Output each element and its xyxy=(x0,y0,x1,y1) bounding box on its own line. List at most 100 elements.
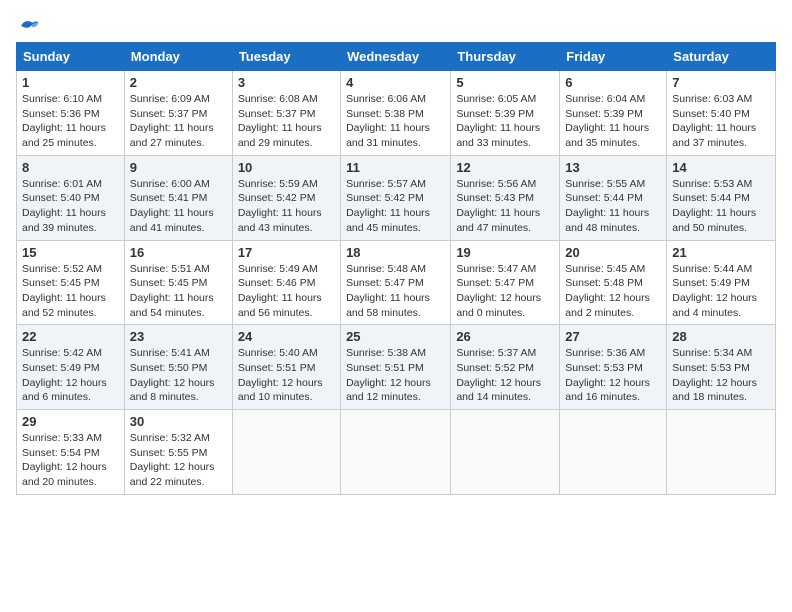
calendar-cell: 4 Sunrise: 6:06 AMSunset: 5:38 PMDayligh… xyxy=(341,71,451,156)
day-number: 13 xyxy=(565,160,661,175)
day-detail: Sunrise: 6:04 AMSunset: 5:39 PMDaylight:… xyxy=(565,93,649,149)
page-header xyxy=(16,16,776,34)
calendar-table: SundayMondayTuesdayWednesdayThursdayFrid… xyxy=(16,42,776,495)
day-detail: Sunrise: 5:53 AMSunset: 5:44 PMDaylight:… xyxy=(672,178,756,234)
day-detail: Sunrise: 6:01 AMSunset: 5:40 PMDaylight:… xyxy=(22,178,106,234)
day-number: 9 xyxy=(130,160,227,175)
day-number: 5 xyxy=(456,75,554,90)
day-number: 29 xyxy=(22,414,119,429)
calendar-cell: 14 Sunrise: 5:53 AMSunset: 5:44 PMDaylig… xyxy=(667,155,776,240)
day-detail: Sunrise: 5:32 AMSunset: 5:55 PMDaylight:… xyxy=(130,432,215,488)
day-detail: Sunrise: 6:06 AMSunset: 5:38 PMDaylight:… xyxy=(346,93,430,149)
day-number: 8 xyxy=(22,160,119,175)
day-detail: Sunrise: 5:38 AMSunset: 5:51 PMDaylight:… xyxy=(346,347,431,403)
day-number: 27 xyxy=(565,329,661,344)
calendar-cell: 2 Sunrise: 6:09 AMSunset: 5:37 PMDayligh… xyxy=(124,71,232,156)
day-number: 18 xyxy=(346,245,445,260)
calendar-cell xyxy=(232,410,340,495)
calendar-cell xyxy=(451,410,560,495)
calendar-cell: 15 Sunrise: 5:52 AMSunset: 5:45 PMDaylig… xyxy=(17,240,125,325)
calendar-cell: 19 Sunrise: 5:47 AMSunset: 5:47 PMDaylig… xyxy=(451,240,560,325)
day-number: 16 xyxy=(130,245,227,260)
day-number: 6 xyxy=(565,75,661,90)
day-number: 21 xyxy=(672,245,770,260)
calendar-cell: 25 Sunrise: 5:38 AMSunset: 5:51 PMDaylig… xyxy=(341,325,451,410)
day-detail: Sunrise: 6:03 AMSunset: 5:40 PMDaylight:… xyxy=(672,93,756,149)
day-detail: Sunrise: 5:49 AMSunset: 5:46 PMDaylight:… xyxy=(238,263,322,319)
day-detail: Sunrise: 5:56 AMSunset: 5:43 PMDaylight:… xyxy=(456,178,540,234)
day-detail: Sunrise: 5:44 AMSunset: 5:49 PMDaylight:… xyxy=(672,263,757,319)
day-number: 7 xyxy=(672,75,770,90)
day-number: 28 xyxy=(672,329,770,344)
day-detail: Sunrise: 5:51 AMSunset: 5:45 PMDaylight:… xyxy=(130,263,214,319)
day-number: 15 xyxy=(22,245,119,260)
day-number: 2 xyxy=(130,75,227,90)
calendar-cell: 1 Sunrise: 6:10 AMSunset: 5:36 PMDayligh… xyxy=(17,71,125,156)
day-detail: Sunrise: 5:55 AMSunset: 5:44 PMDaylight:… xyxy=(565,178,649,234)
day-detail: Sunrise: 5:59 AMSunset: 5:42 PMDaylight:… xyxy=(238,178,322,234)
calendar-cell: 9 Sunrise: 6:00 AMSunset: 5:41 PMDayligh… xyxy=(124,155,232,240)
calendar-cell: 29 Sunrise: 5:33 AMSunset: 5:54 PMDaylig… xyxy=(17,410,125,495)
calendar-week-row: 8 Sunrise: 6:01 AMSunset: 5:40 PMDayligh… xyxy=(17,155,776,240)
calendar-cell xyxy=(341,410,451,495)
day-detail: Sunrise: 6:00 AMSunset: 5:41 PMDaylight:… xyxy=(130,178,214,234)
day-number: 30 xyxy=(130,414,227,429)
calendar-header-row: SundayMondayTuesdayWednesdayThursdayFrid… xyxy=(17,43,776,71)
day-detail: Sunrise: 5:41 AMSunset: 5:50 PMDaylight:… xyxy=(130,347,215,403)
day-detail: Sunrise: 6:08 AMSunset: 5:37 PMDaylight:… xyxy=(238,93,322,149)
calendar-header-friday: Friday xyxy=(560,43,667,71)
calendar-cell: 23 Sunrise: 5:41 AMSunset: 5:50 PMDaylig… xyxy=(124,325,232,410)
day-number: 23 xyxy=(130,329,227,344)
calendar-week-row: 22 Sunrise: 5:42 AMSunset: 5:49 PMDaylig… xyxy=(17,325,776,410)
day-detail: Sunrise: 5:52 AMSunset: 5:45 PMDaylight:… xyxy=(22,263,106,319)
day-detail: Sunrise: 5:37 AMSunset: 5:52 PMDaylight:… xyxy=(456,347,541,403)
day-detail: Sunrise: 5:47 AMSunset: 5:47 PMDaylight:… xyxy=(456,263,541,319)
day-number: 19 xyxy=(456,245,554,260)
calendar-header-monday: Monday xyxy=(124,43,232,71)
calendar-cell: 21 Sunrise: 5:44 AMSunset: 5:49 PMDaylig… xyxy=(667,240,776,325)
logo-bird-icon xyxy=(18,16,40,34)
calendar-cell: 30 Sunrise: 5:32 AMSunset: 5:55 PMDaylig… xyxy=(124,410,232,495)
day-detail: Sunrise: 6:10 AMSunset: 5:36 PMDaylight:… xyxy=(22,93,106,149)
calendar-cell: 20 Sunrise: 5:45 AMSunset: 5:48 PMDaylig… xyxy=(560,240,667,325)
calendar-header-saturday: Saturday xyxy=(667,43,776,71)
day-number: 14 xyxy=(672,160,770,175)
calendar-cell: 26 Sunrise: 5:37 AMSunset: 5:52 PMDaylig… xyxy=(451,325,560,410)
calendar-cell: 6 Sunrise: 6:04 AMSunset: 5:39 PMDayligh… xyxy=(560,71,667,156)
calendar-header-thursday: Thursday xyxy=(451,43,560,71)
day-detail: Sunrise: 6:05 AMSunset: 5:39 PMDaylight:… xyxy=(456,93,540,149)
calendar-header-sunday: Sunday xyxy=(17,43,125,71)
day-number: 22 xyxy=(22,329,119,344)
calendar-header-tuesday: Tuesday xyxy=(232,43,340,71)
calendar-cell: 7 Sunrise: 6:03 AMSunset: 5:40 PMDayligh… xyxy=(667,71,776,156)
day-detail: Sunrise: 5:42 AMSunset: 5:49 PMDaylight:… xyxy=(22,347,107,403)
day-detail: Sunrise: 5:57 AMSunset: 5:42 PMDaylight:… xyxy=(346,178,430,234)
calendar-week-row: 1 Sunrise: 6:10 AMSunset: 5:36 PMDayligh… xyxy=(17,71,776,156)
day-number: 24 xyxy=(238,329,335,344)
day-detail: Sunrise: 5:34 AMSunset: 5:53 PMDaylight:… xyxy=(672,347,757,403)
day-number: 12 xyxy=(456,160,554,175)
calendar-cell: 12 Sunrise: 5:56 AMSunset: 5:43 PMDaylig… xyxy=(451,155,560,240)
calendar-cell: 18 Sunrise: 5:48 AMSunset: 5:47 PMDaylig… xyxy=(341,240,451,325)
day-detail: Sunrise: 5:33 AMSunset: 5:54 PMDaylight:… xyxy=(22,432,107,488)
day-number: 25 xyxy=(346,329,445,344)
calendar-cell: 16 Sunrise: 5:51 AMSunset: 5:45 PMDaylig… xyxy=(124,240,232,325)
day-number: 20 xyxy=(565,245,661,260)
calendar-week-row: 15 Sunrise: 5:52 AMSunset: 5:45 PMDaylig… xyxy=(17,240,776,325)
calendar-cell: 13 Sunrise: 5:55 AMSunset: 5:44 PMDaylig… xyxy=(560,155,667,240)
calendar-cell xyxy=(667,410,776,495)
calendar-week-row: 29 Sunrise: 5:33 AMSunset: 5:54 PMDaylig… xyxy=(17,410,776,495)
day-number: 1 xyxy=(22,75,119,90)
day-number: 4 xyxy=(346,75,445,90)
day-number: 17 xyxy=(238,245,335,260)
calendar-header-wednesday: Wednesday xyxy=(341,43,451,71)
day-detail: Sunrise: 6:09 AMSunset: 5:37 PMDaylight:… xyxy=(130,93,214,149)
day-number: 26 xyxy=(456,329,554,344)
calendar-cell: 22 Sunrise: 5:42 AMSunset: 5:49 PMDaylig… xyxy=(17,325,125,410)
calendar-body: 1 Sunrise: 6:10 AMSunset: 5:36 PMDayligh… xyxy=(17,71,776,495)
day-number: 10 xyxy=(238,160,335,175)
calendar-cell: 11 Sunrise: 5:57 AMSunset: 5:42 PMDaylig… xyxy=(341,155,451,240)
calendar-cell: 10 Sunrise: 5:59 AMSunset: 5:42 PMDaylig… xyxy=(232,155,340,240)
day-detail: Sunrise: 5:45 AMSunset: 5:48 PMDaylight:… xyxy=(565,263,650,319)
day-number: 11 xyxy=(346,160,445,175)
